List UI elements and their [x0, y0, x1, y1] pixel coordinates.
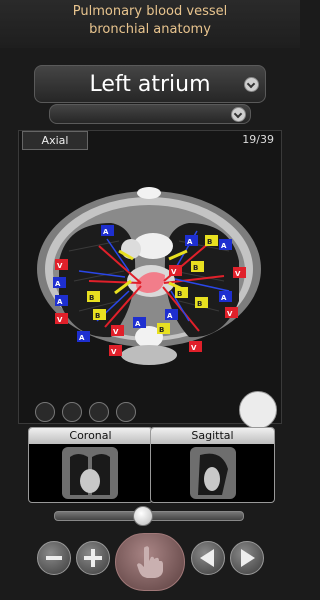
arrow-right-icon	[241, 549, 255, 567]
chevron-down-icon	[244, 77, 259, 92]
label-a1-2c: A	[185, 235, 198, 246]
label-v4a: V	[55, 313, 68, 324]
label-a4b: A	[55, 295, 68, 306]
sagittal-image	[190, 447, 236, 499]
label-v6c-left: V	[189, 341, 202, 352]
label-v3c: V	[169, 265, 182, 276]
label-b1-2c: B	[205, 235, 218, 246]
label-v6c: V	[109, 345, 122, 356]
label-b4b: B	[87, 291, 100, 302]
label-a1-2b: A	[101, 225, 114, 236]
svg-text:V: V	[171, 268, 177, 276]
slice-slider-thumb[interactable]	[133, 506, 154, 526]
svg-text:B: B	[89, 294, 94, 302]
previous-slice-button[interactable]	[191, 541, 225, 575]
label-a5b: A	[165, 309, 178, 320]
label-a3b-left: A	[219, 239, 232, 250]
zoom-out-button[interactable]	[37, 541, 71, 575]
svg-text:B: B	[197, 300, 202, 308]
ct-axial-slice: A A V A V B B V A V A B A B V V B B A A …	[37, 187, 261, 365]
lung-bronchi-icon[interactable]	[89, 402, 109, 422]
bronchus-icon[interactable]	[116, 402, 136, 422]
svg-text:A: A	[221, 242, 227, 250]
coronal-label: Coronal	[29, 428, 152, 444]
label-v3b: V	[233, 267, 246, 278]
svg-text:B: B	[159, 326, 164, 334]
view-plane-label[interactable]: Axial	[22, 131, 88, 150]
svg-text:A: A	[103, 228, 109, 236]
svg-text:A: A	[167, 312, 173, 320]
svg-text:B: B	[193, 264, 198, 272]
chevron-down-icon	[231, 107, 246, 122]
svg-text:A: A	[55, 280, 61, 288]
sagittal-panel[interactable]: Sagittal	[150, 427, 275, 503]
svg-text:V: V	[111, 348, 117, 356]
label-b3b: B	[191, 261, 204, 272]
label-b4a: B	[93, 309, 106, 320]
coronal-panel[interactable]: Coronal	[28, 427, 153, 503]
next-slice-button[interactable]	[230, 541, 264, 575]
svg-text:B: B	[177, 290, 182, 298]
label-a6b: A	[133, 317, 146, 328]
sub-structure-select[interactable]	[49, 104, 251, 124]
arrow-left-icon	[200, 549, 214, 567]
label-a5a: A	[219, 291, 232, 302]
structure-select[interactable]: Left atrium	[34, 65, 266, 103]
label-b6c: B	[157, 323, 170, 334]
label-v6b: V	[111, 325, 124, 336]
label-b5a: B	[195, 297, 208, 308]
svg-text:V: V	[113, 328, 119, 336]
label-a6c: A	[77, 331, 90, 342]
zoom-in-button[interactable]	[76, 541, 110, 575]
svg-text:V: V	[57, 316, 63, 324]
svg-text:V: V	[235, 270, 241, 278]
label-a3b-right: A	[53, 277, 66, 288]
sagittal-label: Sagittal	[151, 428, 274, 444]
svg-text:A: A	[79, 334, 85, 342]
app-title-line1: Pulmonary blood vessel	[72, 4, 228, 19]
coronal-image	[62, 447, 118, 499]
svg-text:B: B	[95, 312, 100, 320]
structure-select-value: Left atrium	[89, 72, 211, 97]
torso-lung-icon[interactable]	[239, 391, 277, 429]
lung-outline-icon[interactable]	[35, 402, 55, 422]
svg-text:A: A	[187, 238, 193, 246]
hand-pointer-icon	[137, 546, 163, 578]
svg-text:V: V	[191, 344, 197, 352]
plus-icon	[84, 549, 102, 567]
app-header: Pulmonary blood vessel bronchial anatomy	[0, 0, 300, 48]
svg-text:A: A	[135, 320, 141, 328]
slice-counter: 19/39	[242, 133, 274, 146]
app-title-line2: bronchial anatomy	[89, 22, 211, 37]
svg-text:V: V	[227, 310, 233, 318]
ct-viewer[interactable]: A A V A V B B V A V A B A B V V B B A A …	[18, 130, 282, 424]
lung-vessels-icon[interactable]	[62, 402, 82, 422]
label-v5a: V	[225, 307, 238, 318]
svg-text:V: V	[57, 262, 63, 270]
svg-text:A: A	[57, 298, 63, 306]
minus-icon	[46, 556, 62, 560]
label-v4b: V	[55, 259, 68, 270]
svg-text:B: B	[207, 238, 212, 246]
svg-text:A: A	[221, 294, 227, 302]
touch-mode-button[interactable]	[115, 533, 185, 591]
label-b5b: B	[175, 287, 188, 298]
